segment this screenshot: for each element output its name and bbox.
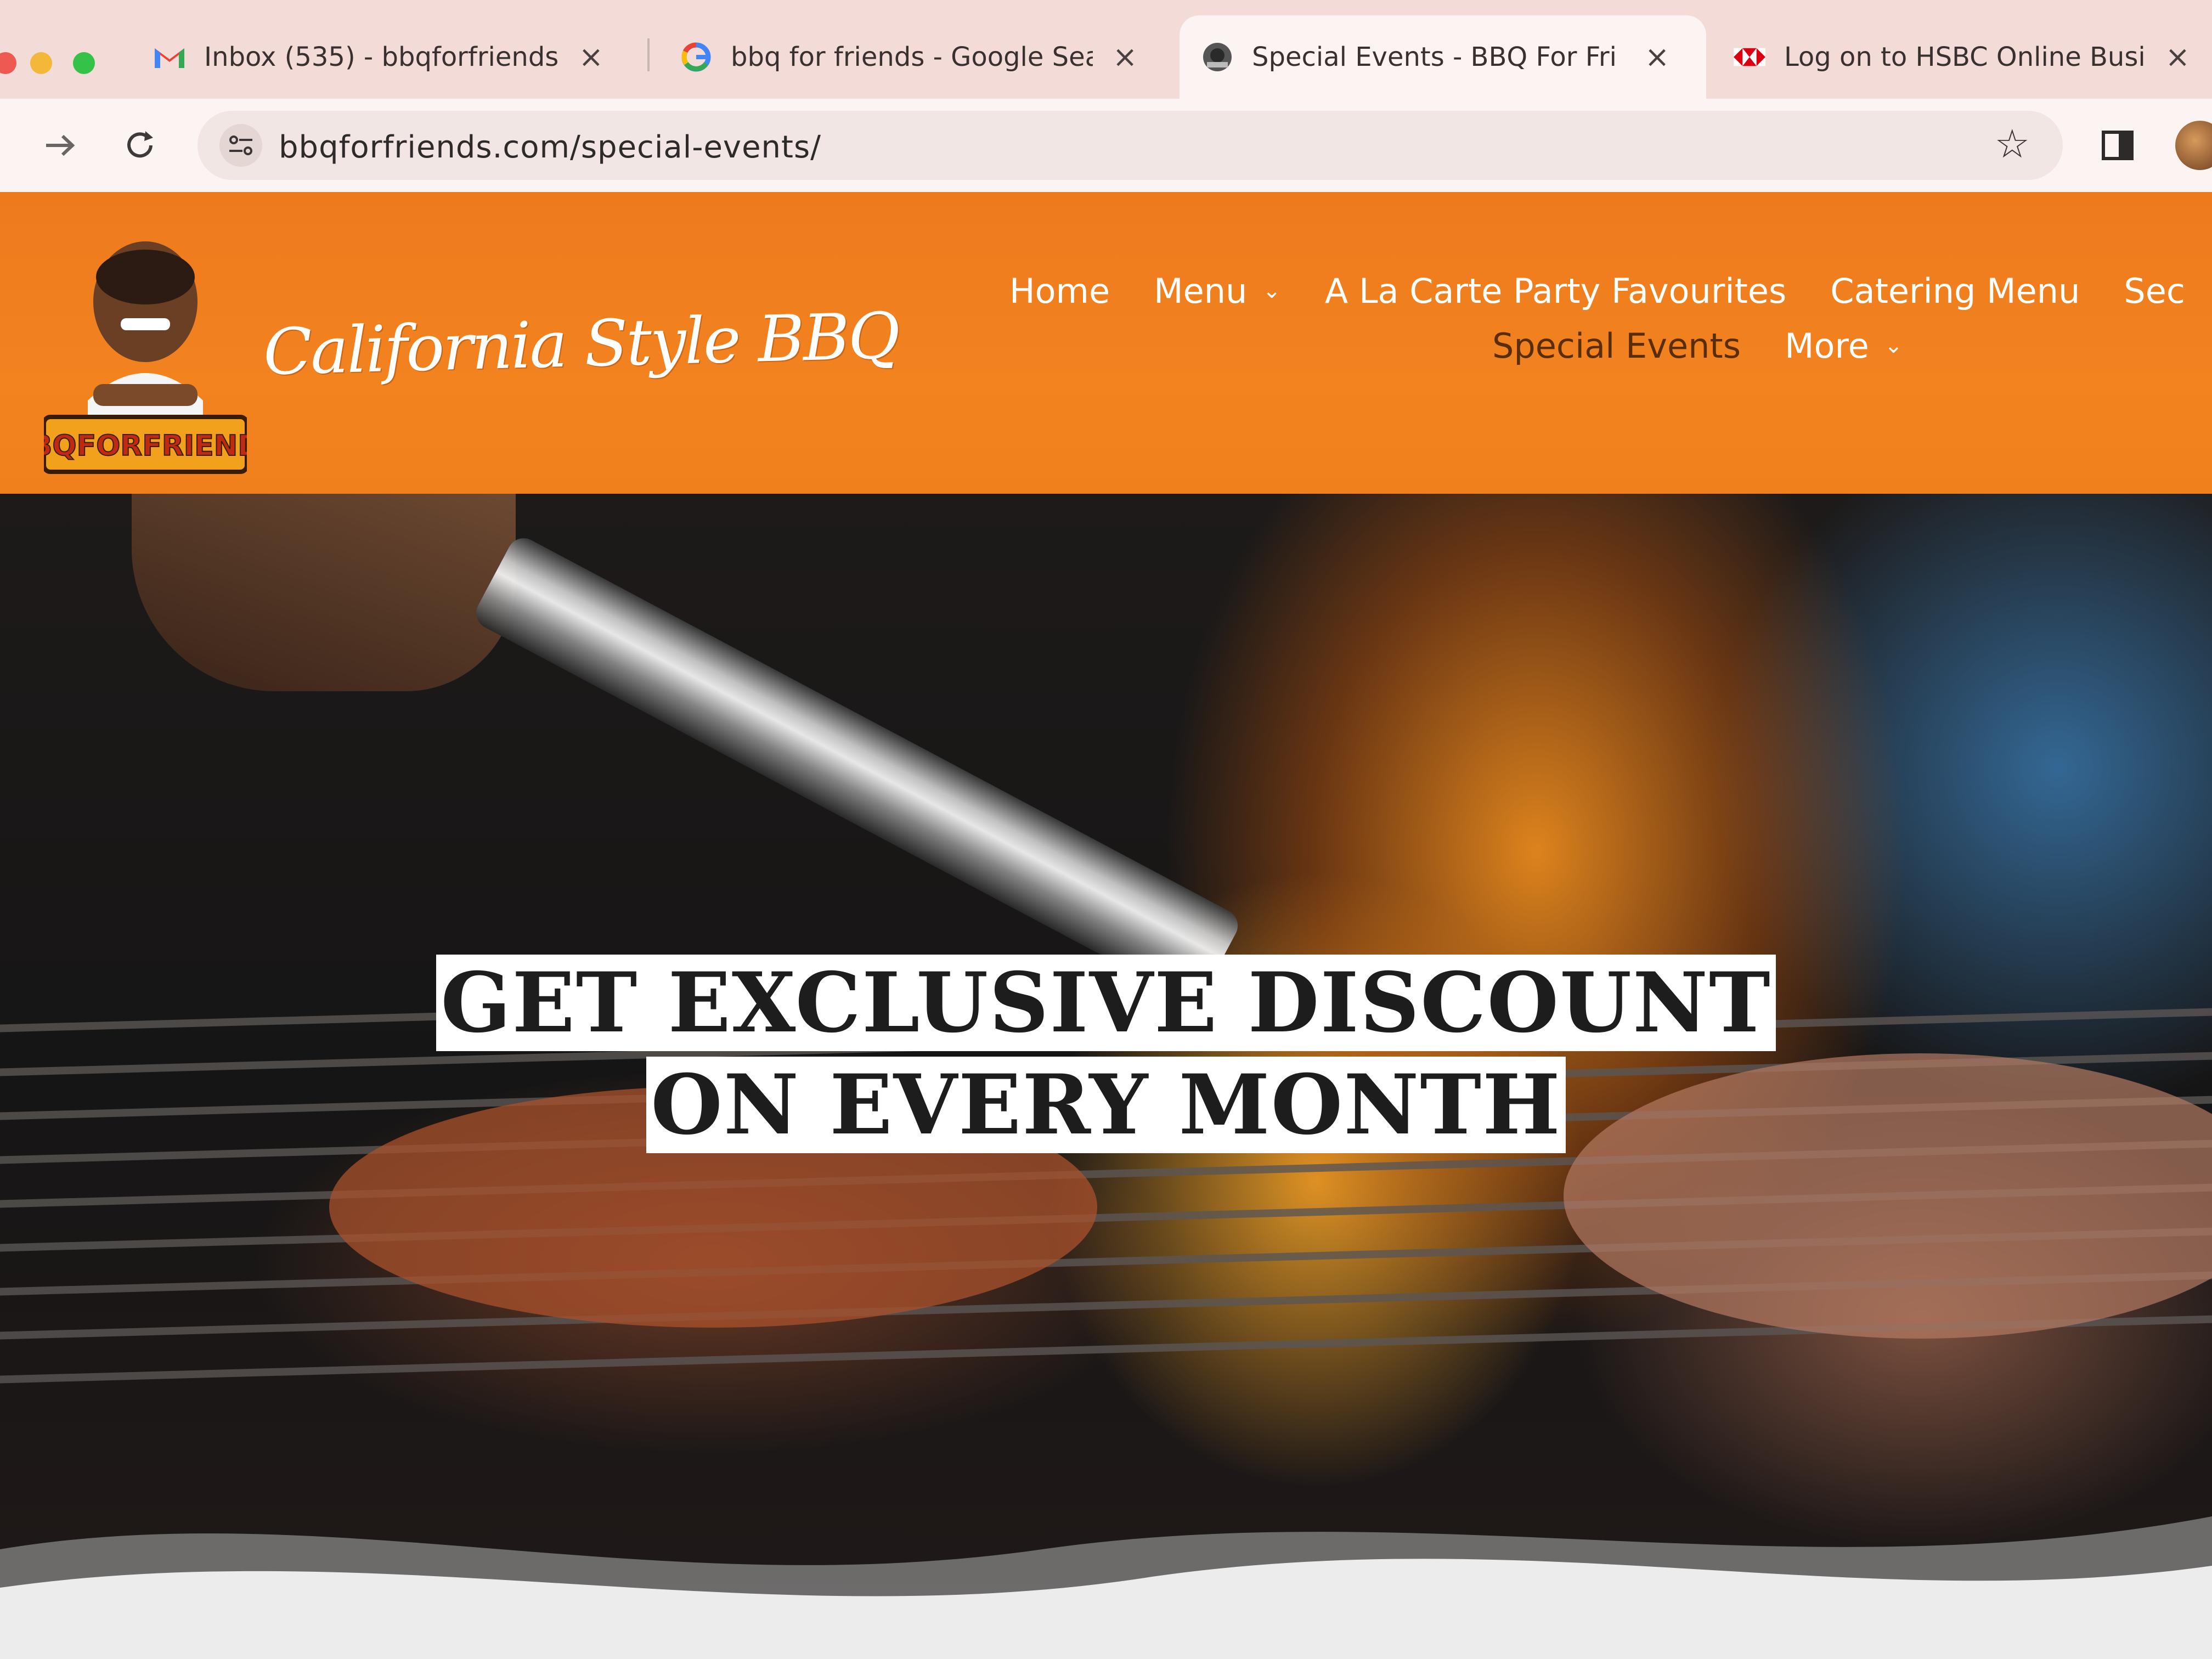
hero-headline: GET EXCLUSIVE DISCOUNT ON EVERY MONTH bbox=[0, 955, 2212, 1153]
chevron-down-icon: ⌄ bbox=[1262, 278, 1281, 303]
tab-title: bbq for friends - Google Sea bbox=[731, 42, 1093, 72]
forward-button[interactable] bbox=[38, 123, 82, 167]
browser-toolbar: bbqforfriends.com/special-events/ ☆ bbox=[0, 99, 2212, 192]
forward-arrow-icon bbox=[46, 134, 75, 156]
hero-hand-image bbox=[132, 494, 516, 691]
nav-item-menu[interactable]: Menu ⌄ bbox=[1154, 271, 1281, 311]
google-icon bbox=[680, 41, 712, 73]
tab-close-icon[interactable]: × bbox=[1113, 42, 1137, 72]
side-panel-icon bbox=[2102, 131, 2134, 160]
reload-icon bbox=[127, 131, 153, 158]
tab-inbox[interactable]: Inbox (535) - bbqforfriends@ × bbox=[132, 15, 625, 99]
address-bar[interactable]: bbqforfriends.com/special-events/ ☆ bbox=[198, 111, 2063, 180]
logo-wordmark: BBQFORFRIENDS bbox=[44, 430, 247, 462]
nav-row-secondary: Special Events More ⌄ bbox=[1009, 318, 2212, 373]
hero-tongs-image bbox=[470, 532, 1244, 1006]
site-tagline: California Style BBQ bbox=[262, 298, 900, 390]
tab-title: Inbox (535) - bbqforfriends@ bbox=[204, 42, 559, 72]
bookmark-star-icon[interactable]: ☆ bbox=[1994, 124, 2030, 163]
tab-title: Special Events - BBQ For Fri bbox=[1252, 42, 1617, 72]
tab-separator bbox=[647, 38, 650, 71]
nav-item-a-la-carte[interactable]: A La Carte Party Favourites bbox=[1325, 271, 1786, 311]
headline-line-1: GET EXCLUSIVE DISCOUNT bbox=[436, 955, 1776, 1051]
window-close-button[interactable] bbox=[0, 52, 16, 74]
gmail-icon bbox=[154, 41, 185, 73]
site-logo[interactable]: BBQFORFRIENDS bbox=[8, 236, 283, 477]
profile-avatar[interactable] bbox=[2175, 121, 2212, 170]
tab-title: Log on to HSBC Online Busin bbox=[1784, 42, 2146, 72]
nav-item-more[interactable]: More ⌄ bbox=[1785, 326, 1903, 366]
headline-line-2: ON EVERY MONTH bbox=[646, 1057, 1566, 1153]
nav-item-sec-truncated[interactable]: Sec bbox=[2124, 271, 2185, 311]
tab-close-icon[interactable]: × bbox=[2165, 42, 2190, 72]
tab-close-icon[interactable]: × bbox=[579, 42, 603, 72]
chevron-down-icon: ⌄ bbox=[1884, 333, 1903, 358]
window-minimize-button[interactable] bbox=[30, 52, 52, 74]
hero-banner: GET EXCLUSIVE DISCOUNT ON EVERY MONTH bbox=[0, 494, 2212, 1659]
browser-tab-strip: Inbox (535) - bbqforfriends@ × bbq for f… bbox=[0, 0, 2212, 99]
side-panel-button[interactable] bbox=[2096, 123, 2140, 167]
tab-close-icon[interactable]: × bbox=[1645, 42, 1669, 72]
tab-hsbc[interactable]: Log on to HSBC Online Busin × bbox=[1712, 15, 2212, 99]
site-favicon-icon bbox=[1201, 41, 1233, 73]
tab-google-search[interactable]: bbq for friends - Google Sea × bbox=[658, 15, 1163, 99]
nav-item-special-events[interactable]: Special Events bbox=[1492, 326, 1741, 366]
url-text[interactable]: bbqforfriends.com/special-events/ bbox=[279, 129, 821, 165]
hsbc-icon bbox=[1734, 41, 1765, 73]
hero-wave-divider bbox=[0, 1516, 2212, 1659]
nav-row-primary: Home Menu ⌄ A La Carte Party Favourites C… bbox=[1009, 263, 2212, 318]
nav-item-home[interactable]: Home bbox=[1009, 271, 1110, 311]
site-header: BBQFORFRIENDS California Style BBQ Home … bbox=[0, 192, 2212, 505]
main-navigation: Home Menu ⌄ A La Carte Party Favourites C… bbox=[1009, 263, 2212, 373]
site-settings-icon[interactable] bbox=[219, 124, 262, 167]
nav-item-catering-menu[interactable]: Catering Menu bbox=[1830, 271, 2080, 311]
window-zoom-button[interactable] bbox=[73, 52, 95, 74]
reload-button[interactable] bbox=[118, 123, 162, 167]
tab-special-events[interactable]: Special Events - BBQ For Fri × bbox=[1180, 15, 1706, 99]
